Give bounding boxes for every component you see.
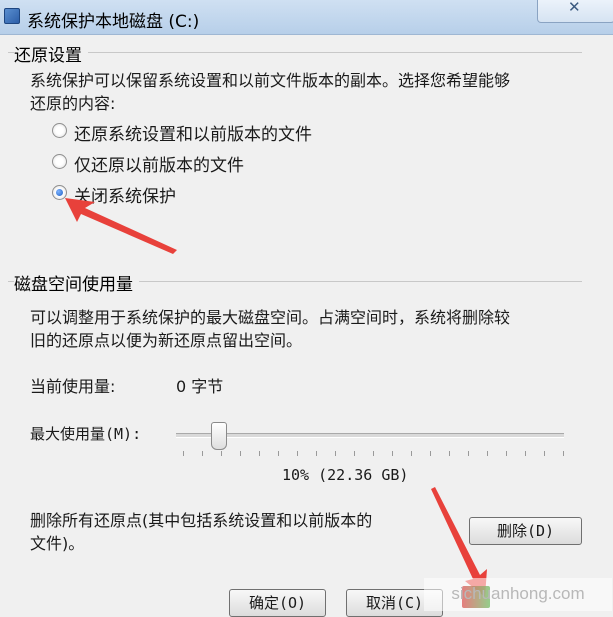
current-usage-label: 当前使用量: xyxy=(30,377,116,396)
slider-tick xyxy=(373,451,374,456)
slider-tick xyxy=(468,451,469,456)
window-title: 系统保护本地磁盘 (C:) xyxy=(27,12,200,32)
slider-tick xyxy=(525,451,526,456)
slider-tick xyxy=(392,451,393,456)
max-usage-slider-thumb[interactable] xyxy=(210,422,227,450)
radio-label: 还原系统设置和以前版本的文件 xyxy=(74,125,312,145)
slider-tick xyxy=(487,451,488,456)
delete-description-line2: 文件)。 xyxy=(30,534,85,553)
disk-description-line1: 可以调整用于系统保护的最大磁盘空间。占满空间时，系统将删除较 xyxy=(30,308,511,327)
restore-description-line1: 系统保护可以保留系统设置和以前文件版本的副本。选择您希望能够 xyxy=(30,71,511,90)
slider-tick xyxy=(297,451,298,456)
red-arrow-annotation xyxy=(65,198,177,254)
slider-tick xyxy=(354,451,355,456)
slider-tick xyxy=(316,451,317,456)
close-button[interactable]: ✕ xyxy=(537,0,613,23)
disk-description-line2: 旧的还原点以便为新还原点留出空间。 xyxy=(30,331,303,350)
slider-tick xyxy=(183,451,184,456)
radio-label: 仅还原以前版本的文件 xyxy=(74,156,244,176)
ok-button[interactable]: 确定(O) xyxy=(229,589,326,617)
max-usage-slider-track[interactable] xyxy=(176,433,564,438)
delete-description-line1: 删除所有还原点(其中包括系统设置和以前版本的 xyxy=(30,511,373,530)
slider-tick xyxy=(411,451,412,456)
slider-tick xyxy=(430,451,431,456)
max-usage-label: 最大使用量(M): xyxy=(30,425,142,443)
slider-tick xyxy=(202,451,203,456)
slider-tick xyxy=(335,451,336,456)
slider-tick xyxy=(278,451,279,456)
restore-group-border xyxy=(8,52,582,53)
watermark: sichuanhong.com xyxy=(424,578,612,611)
current-usage-value: 0 字节 xyxy=(176,377,224,396)
title-bar: 系统保护本地磁盘 (C:) ✕ xyxy=(0,0,613,35)
disk-usage-legend: 磁盘空间使用量 xyxy=(14,270,139,295)
slider-tick xyxy=(449,451,450,456)
max-usage-readout: 10% (22.36 GB) xyxy=(282,466,409,484)
drive-icon xyxy=(4,8,20,24)
slider-tick xyxy=(259,451,260,456)
slider-tick xyxy=(240,451,241,456)
watermark-text: sichuanhong.com xyxy=(451,584,585,603)
slider-tick xyxy=(221,451,222,456)
slider-tick xyxy=(544,451,545,456)
close-icon: ✕ xyxy=(568,0,581,16)
restore-settings-legend: 还原设置 xyxy=(14,41,88,66)
restore-description-line2: 还原的内容: xyxy=(30,94,116,113)
radio-button[interactable] xyxy=(52,154,67,169)
radio-button[interactable] xyxy=(52,123,67,138)
slider-tick xyxy=(563,451,564,456)
slider-tick xyxy=(506,451,507,456)
